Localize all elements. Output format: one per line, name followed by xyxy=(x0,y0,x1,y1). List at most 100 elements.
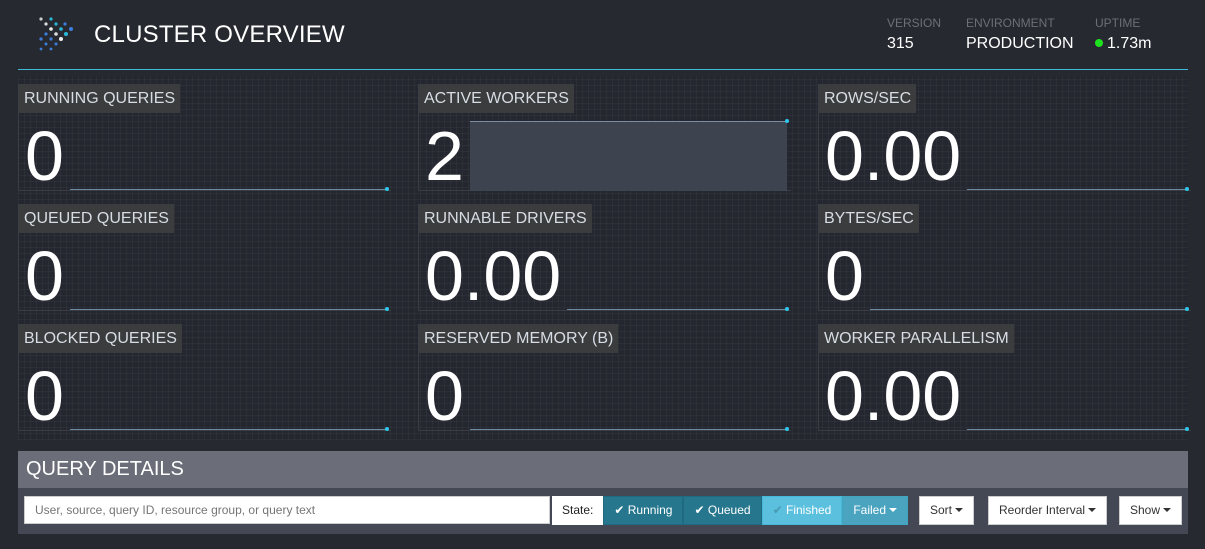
metric-label: RUNNABLE DRIVERS xyxy=(419,204,592,233)
sparkline-line xyxy=(69,309,387,310)
metric-tile: ACTIVE WORKERS 2 xyxy=(418,84,791,191)
uptime-value: 1.73m xyxy=(1107,35,1152,52)
version-info: VERSION 315 xyxy=(887,16,941,53)
metric-body: 0 xyxy=(419,353,791,431)
metric-label: RUNNING QUERIES xyxy=(19,84,181,113)
logo-icon xyxy=(39,17,73,51)
cluster-metrics: RUNNING QUERIES 0 ACTIVE WORKERS 2 ROWS/SEC 0… xyxy=(18,76,1191,440)
metric-sparkline xyxy=(967,361,1189,431)
state-queued-label: Queued xyxy=(707,503,751,517)
query-toolbar: State: ✔ Running ✔ Queued ✔ Finished Fai… xyxy=(18,488,1188,534)
sparkline-point xyxy=(385,187,389,191)
sparkline-point xyxy=(785,427,789,431)
sparkline-point xyxy=(1185,307,1189,311)
sparkline-area xyxy=(469,121,787,191)
uptime-info: UPTIME 1.73m xyxy=(1095,16,1151,53)
sparkline-line xyxy=(967,189,1187,190)
metric-label: QUEUED QUERIES xyxy=(19,204,174,233)
query-search-input[interactable] xyxy=(24,496,550,524)
caret-down-icon xyxy=(889,508,898,512)
reorder-interval-dropdown[interactable]: Reorder Interval xyxy=(988,496,1108,525)
caret-down-icon xyxy=(955,508,964,512)
metric-value: 0 xyxy=(25,117,64,195)
metric-tile: ROWS/SEC 0.00 xyxy=(818,84,1191,191)
metric-value: 0 xyxy=(425,357,464,435)
state-running-label: Running xyxy=(627,503,673,517)
metric-sparkline xyxy=(567,241,789,311)
uptime-label: UPTIME xyxy=(1095,16,1141,30)
metric-tile: RUNNING QUERIES 0 xyxy=(18,84,391,191)
metric-sparkline xyxy=(69,121,389,191)
metric-tile: BYTES/SEC 0 xyxy=(818,204,1191,311)
sparkline-point xyxy=(785,307,789,311)
metric-sparkline xyxy=(967,121,1189,191)
page-title: CLUSTER OVERVIEW xyxy=(94,21,345,48)
sparkline-line xyxy=(869,309,1187,310)
sparkline-point xyxy=(1185,187,1189,191)
metric-label: WORKER PARALLELISM xyxy=(819,324,1014,353)
metric-tile: RUNNABLE DRIVERS 0.00 xyxy=(418,204,791,311)
sort-dropdown[interactable]: Sort xyxy=(919,496,975,525)
metric-label: ROWS/SEC xyxy=(819,84,917,113)
sparkline-point xyxy=(785,119,789,123)
sparkline-line xyxy=(567,309,787,310)
state-finished-label: Finished xyxy=(785,503,832,517)
version-label: VERSION xyxy=(887,16,942,30)
metric-value: 0 xyxy=(25,357,64,435)
sparkline-line xyxy=(967,429,1187,430)
sparkline-line xyxy=(69,189,387,190)
show-label: Show xyxy=(1130,503,1161,517)
show-dropdown[interactable]: Show xyxy=(1119,496,1183,525)
metric-value: 0 xyxy=(25,237,64,315)
environment-value: PRODUCTION xyxy=(966,35,1074,52)
environment-info: ENVIRONMENT PRODUCTION xyxy=(966,16,1074,53)
status-dot-icon xyxy=(1095,39,1103,47)
metric-label: BYTES/SEC xyxy=(819,204,919,233)
metric-value: 0.00 xyxy=(425,237,562,315)
sparkline-point xyxy=(385,427,389,431)
environment-label: ENVIRONMENT xyxy=(966,16,1055,30)
state-failed-dropdown[interactable]: Failed xyxy=(842,496,909,525)
sparkline-line xyxy=(69,429,387,430)
metric-value: 0.00 xyxy=(825,357,962,435)
page-header: CLUSTER OVERVIEW VERSION 315 ENVIRONMENT… xyxy=(18,0,1188,70)
sparkline-point xyxy=(385,307,389,311)
state-finished-button[interactable]: ✔ Finished xyxy=(761,496,843,525)
metric-body: 0.00 xyxy=(819,353,1191,431)
metric-sparkline xyxy=(69,361,389,431)
query-details-title: QUERY DETAILS xyxy=(26,458,184,480)
metric-sparkline xyxy=(69,241,389,311)
metric-body: 0.00 xyxy=(419,233,791,311)
metric-tile: QUEUED QUERIES 0 xyxy=(18,204,391,311)
metric-value: 2 xyxy=(425,117,464,195)
state-queued-button[interactable]: ✔ Queued xyxy=(683,496,762,525)
metric-body: 0.00 xyxy=(819,113,1191,191)
metric-value: 0.00 xyxy=(825,117,962,195)
caret-down-icon xyxy=(1088,508,1097,512)
sort-label: Sort xyxy=(930,503,953,517)
metric-body: 0 xyxy=(19,113,391,191)
state-failed-label: Failed xyxy=(853,503,887,517)
metric-body: 0 xyxy=(819,233,1191,311)
metric-sparkline xyxy=(469,119,789,191)
state-filter: State: ✔ Running ✔ Queued ✔ Finished Fai… xyxy=(552,496,909,525)
metric-label: RESERVED MEMORY (B) xyxy=(419,324,619,353)
metric-sparkline xyxy=(469,361,789,431)
query-details-header: QUERY DETAILS xyxy=(18,451,1188,488)
caret-down-icon xyxy=(1163,508,1172,512)
check-icon: ✔ xyxy=(772,503,783,517)
metric-tile: BLOCKED QUERIES 0 xyxy=(18,324,391,431)
version-value: 315 xyxy=(887,35,914,52)
reorder-interval-label: Reorder Interval xyxy=(999,503,1086,517)
check-icon: ✔ xyxy=(614,503,625,517)
metric-label: BLOCKED QUERIES xyxy=(19,324,182,353)
state-running-button[interactable]: ✔ Running xyxy=(603,496,684,525)
metric-tile: RESERVED MEMORY (B) 0 xyxy=(418,324,791,431)
metric-body: 0 xyxy=(19,233,391,311)
sparkline-line xyxy=(469,429,787,430)
metric-body: 2 xyxy=(419,113,791,191)
check-icon: ✔ xyxy=(694,503,705,517)
metric-tile: WORKER PARALLELISM 0.00 xyxy=(818,324,1191,431)
state-label: State: xyxy=(552,496,604,525)
sparkline-point xyxy=(1185,427,1189,431)
